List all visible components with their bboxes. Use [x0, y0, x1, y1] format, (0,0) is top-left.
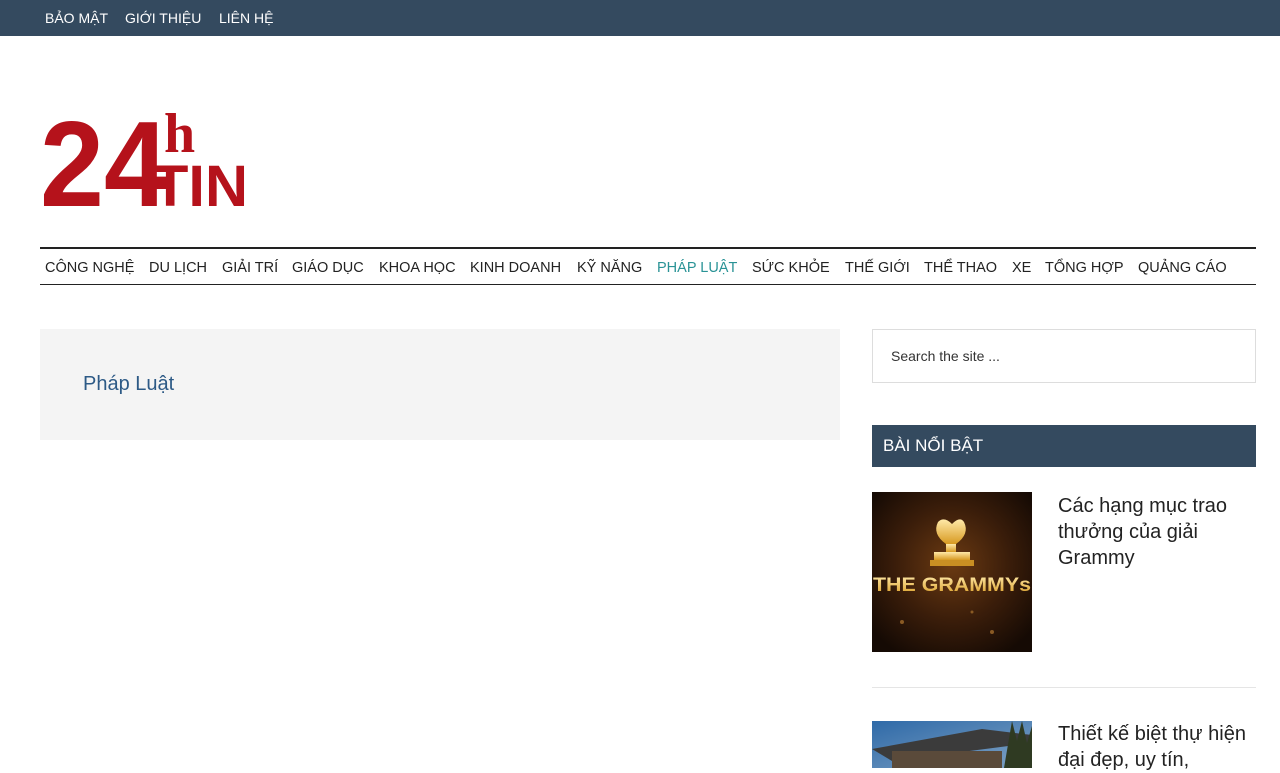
grammy-thumbnail-image: THE GRAMMYs: [872, 492, 1032, 652]
top-nav-gioi-thieu[interactable]: GIỚI THIỆU: [125, 10, 201, 26]
nav-du-lich[interactable]: DU LỊCH: [149, 260, 207, 276]
post-title-grammy[interactable]: Các hạng mục trao thưởng của giải Grammy: [1058, 493, 1253, 571]
logo-mark: 24 h TIN: [40, 96, 248, 232]
grammy-thumb-text: THE GRAMMYs: [873, 575, 1031, 596]
top-bar: BẢO MẬT GIỚI THIỆU LIÊN HỆ: [0, 0, 1280, 36]
nav-giai-tri[interactable]: GIẢI TRÍ: [222, 260, 278, 276]
site-logo[interactable]: 24 h TIN: [40, 96, 255, 232]
top-nav-lien-he[interactable]: LIÊN HỆ: [219, 10, 273, 26]
post-thumbnail-grammy[interactable]: THE GRAMMYs: [872, 492, 1032, 652]
villa-thumbnail-image: [872, 721, 1032, 768]
main-nav: CÔNG NGHỆ DU LỊCH GIẢI TRÍ GIÁO DỤC KHOA…: [40, 247, 1256, 285]
nav-tong-hop[interactable]: TỔNG HỢP: [1045, 260, 1124, 276]
nav-giao-duc[interactable]: GIÁO DỤC: [292, 260, 364, 276]
nav-the-thao[interactable]: THỂ THAO: [924, 260, 997, 276]
nav-cong-nghe[interactable]: CÔNG NGHỆ: [45, 260, 134, 276]
nav-kinh-doanh[interactable]: KINH DOANH: [470, 260, 561, 276]
archive-title: Pháp Luật: [83, 373, 175, 395]
nav-xe[interactable]: XE: [1012, 260, 1031, 276]
featured-widget-title: BÀI NỔI BẬT: [883, 436, 984, 455]
logo-tin-text: TIN: [152, 154, 248, 216]
post-title-villa[interactable]: Thiết kế biệt thự hiện đại đẹp, uy tín,: [1058, 721, 1253, 773]
featured-widget-header: BÀI NỔI BẬT: [872, 425, 1256, 467]
search-input[interactable]: [872, 329, 1256, 383]
nav-khoa-hoc[interactable]: KHOA HỌC: [379, 260, 456, 276]
archive-header: Pháp Luật: [40, 329, 840, 440]
nav-suc-khoe[interactable]: SỨC KHỎE: [752, 260, 830, 276]
post-divider: [872, 687, 1256, 688]
top-nav-bao-mat[interactable]: BẢO MẬT: [45, 10, 108, 26]
nav-quang-cao[interactable]: QUẢNG CÁO: [1138, 260, 1227, 276]
nav-ky-nang[interactable]: KỸ NĂNG: [577, 260, 642, 276]
post-thumbnail-villa[interactable]: [872, 721, 1032, 768]
nav-phap-luat[interactable]: PHÁP LUẬT: [657, 260, 737, 276]
logo-24-text: 24: [40, 96, 168, 216]
nav-the-gioi[interactable]: THẾ GIỚI: [845, 260, 910, 276]
